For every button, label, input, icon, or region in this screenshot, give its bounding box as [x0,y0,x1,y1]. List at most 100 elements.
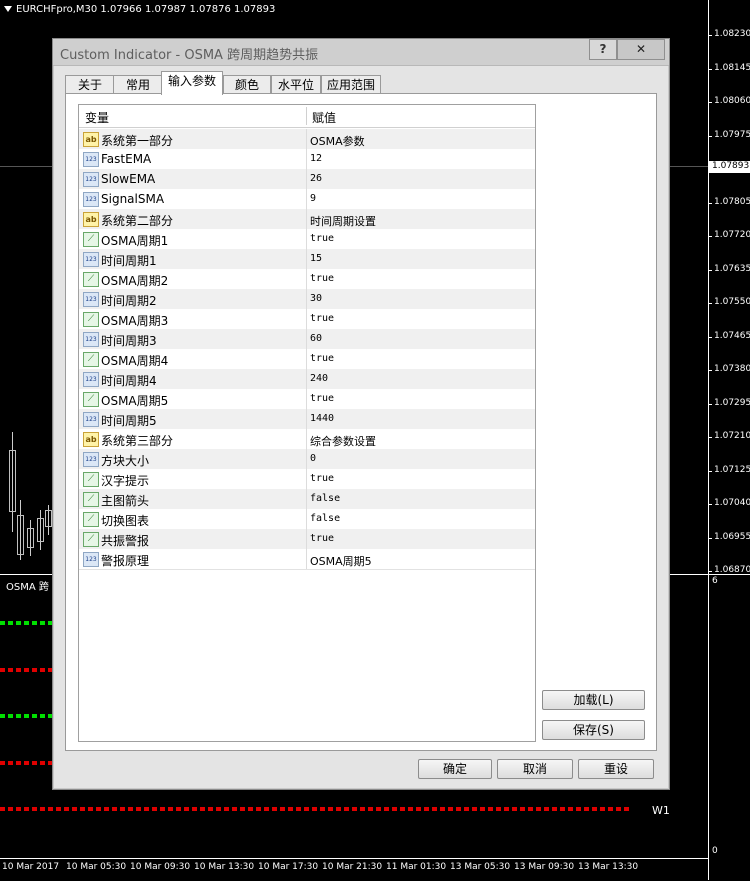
cell-divider [306,429,307,449]
column-divider[interactable] [306,107,307,125]
param-value[interactable]: false [310,493,340,504]
cell-divider [306,529,307,549]
table-row[interactable]: ⟋ OSMA周期3 true [79,309,535,330]
param-value[interactable]: true [310,273,334,284]
cell-divider [306,329,307,349]
cancel-button[interactable]: 取消 [497,759,573,779]
time-tick-label: 10 Mar 21:30 [322,862,383,872]
param-value[interactable]: 时间周期设置 [310,213,376,229]
reset-button[interactable]: 重设 [578,759,654,779]
table-row[interactable]: ⟋ OSMA周期1 true [79,229,535,250]
table-row[interactable]: ⟋ 切换图表 false [79,509,535,530]
tab-inputs[interactable]: 输入参数 [161,71,223,95]
table-row[interactable]: ⟋ 主图箭头 false [79,489,535,510]
table-row[interactable]: 123 时间周期3 60 [79,329,535,350]
param-value[interactable]: 0 [310,453,316,464]
param-name: 主图箭头 [101,494,150,508]
price-tick-label: 1.07125 [714,464,750,475]
tab-visualization[interactable]: 应用范围 [321,75,381,94]
table-row[interactable]: 123 时间周期5 1440 [79,409,535,430]
number-type-icon: 123 [83,372,99,387]
table-row[interactable]: 123 SlowEMA 26 [79,169,535,190]
time-tick-label: 11 Mar 01:30 [386,862,447,872]
price-tick-label: 1.07720 [714,230,750,240]
cell-divider [306,209,307,229]
param-value[interactable]: true [310,313,334,324]
param-name: 方块大小 [101,454,150,468]
cell-divider [306,229,307,249]
table-row[interactable]: ⟋ OSMA周期4 true [79,349,535,370]
tab-colors[interactable]: 颜色 [223,75,271,94]
param-value[interactable]: 30 [310,293,322,304]
help-button[interactable]: ? [589,39,617,60]
param-value[interactable]: 1440 [310,413,334,424]
cell-divider [306,289,307,309]
column-variable-header[interactable]: 变量 [85,109,109,126]
time-tick-label: 13 Mar 09:30 [514,862,575,872]
boolean-type-icon: ⟋ [83,272,99,287]
table-row[interactable]: ab 系统第三部分 综合参数设置 [79,429,535,450]
time-tick-label: 10 Mar 17:30 [258,862,319,872]
price-tick-label: 1.07550 [714,297,750,307]
param-value[interactable]: OSMA参数 [310,133,365,149]
param-name: OSMA周期1 [101,234,169,248]
time-tick-label: 10 Mar 09:30 [130,862,191,872]
param-value[interactable]: 60 [310,333,322,344]
cell-divider [306,189,307,209]
param-value[interactable]: OSMA周期5 [310,553,372,569]
param-value[interactable]: 综合参数设置 [310,433,376,449]
table-row[interactable]: 123 方块大小 0 [79,449,535,470]
indicator-dot-row [0,668,52,672]
param-value[interactable]: 240 [310,373,328,384]
param-name: OSMA周期4 [101,354,169,368]
save-button[interactable]: 保存(S) [542,720,645,740]
close-icon[interactable]: ✕ [617,39,665,60]
cell-divider [306,129,307,149]
param-name: 系统第一部分 [101,134,174,148]
param-value[interactable]: true [310,233,334,244]
table-row[interactable]: ab 系统第二部分 时间周期设置 [79,209,535,230]
price-tick-label: 1.06955 [714,531,750,542]
text-type-icon: ab [83,132,99,147]
price-tick-label: 1.08060 [714,96,750,106]
cell-divider [306,389,307,409]
param-value[interactable]: true [310,473,334,484]
cell-divider [306,509,307,529]
chart-menu-triangle-icon[interactable] [4,6,12,12]
ok-button[interactable]: 确定 [418,759,492,779]
table-row[interactable]: 123 时间周期2 30 [79,289,535,310]
param-value[interactable]: 26 [310,173,322,184]
param-value[interactable]: true [310,393,334,404]
table-row[interactable]: 123 SignalSMA 9 [79,189,535,210]
param-name: 时间周期1 [101,254,157,268]
dialog-titlebar[interactable]: Custom Indicator - OSMA 跨周期趋势共振 ? ✕ [53,39,669,66]
param-value[interactable]: 12 [310,153,322,164]
table-row[interactable]: 123 时间周期4 240 [79,369,535,390]
price-tick-label: 1.07380 [714,364,750,374]
param-value[interactable]: 15 [310,253,322,264]
param-name: OSMA周期2 [101,274,169,288]
param-value[interactable]: true [310,353,334,364]
load-button[interactable]: 加载(L) [542,690,645,710]
param-name: 切换图表 [101,514,150,528]
table-row[interactable]: ⟋ 共振警报 true [79,529,535,550]
number-type-icon: 123 [83,152,99,167]
tab-common[interactable]: 常用 [113,75,163,94]
table-row[interactable]: ⟋ OSMA周期5 true [79,389,535,410]
table-row[interactable]: ⟋ 汉字提示 true [79,469,535,490]
param-value[interactable]: true [310,533,334,544]
subwindow-label: OSMA 跨 [6,582,49,593]
tab-levels[interactable]: 水平位 [271,75,321,94]
tab-about[interactable]: 关于 [65,75,115,94]
column-value-header[interactable]: 赋值 [312,109,336,126]
table-row[interactable]: ab 系统第一部分 OSMA参数 [79,129,535,150]
param-value[interactable]: 9 [310,193,316,204]
price-tick-label: 1.08145 [714,62,750,73]
table-row[interactable]: 123 时间周期1 15 [79,249,535,270]
param-value[interactable]: false [310,513,340,524]
param-name: SlowEMA [101,172,156,186]
table-row[interactable]: 123 警报原理 OSMA周期5 [79,549,535,570]
table-row[interactable]: ⟋ OSMA周期2 true [79,269,535,290]
boolean-type-icon: ⟋ [83,472,99,487]
table-row[interactable]: 123 FastEMA 12 [79,149,535,170]
